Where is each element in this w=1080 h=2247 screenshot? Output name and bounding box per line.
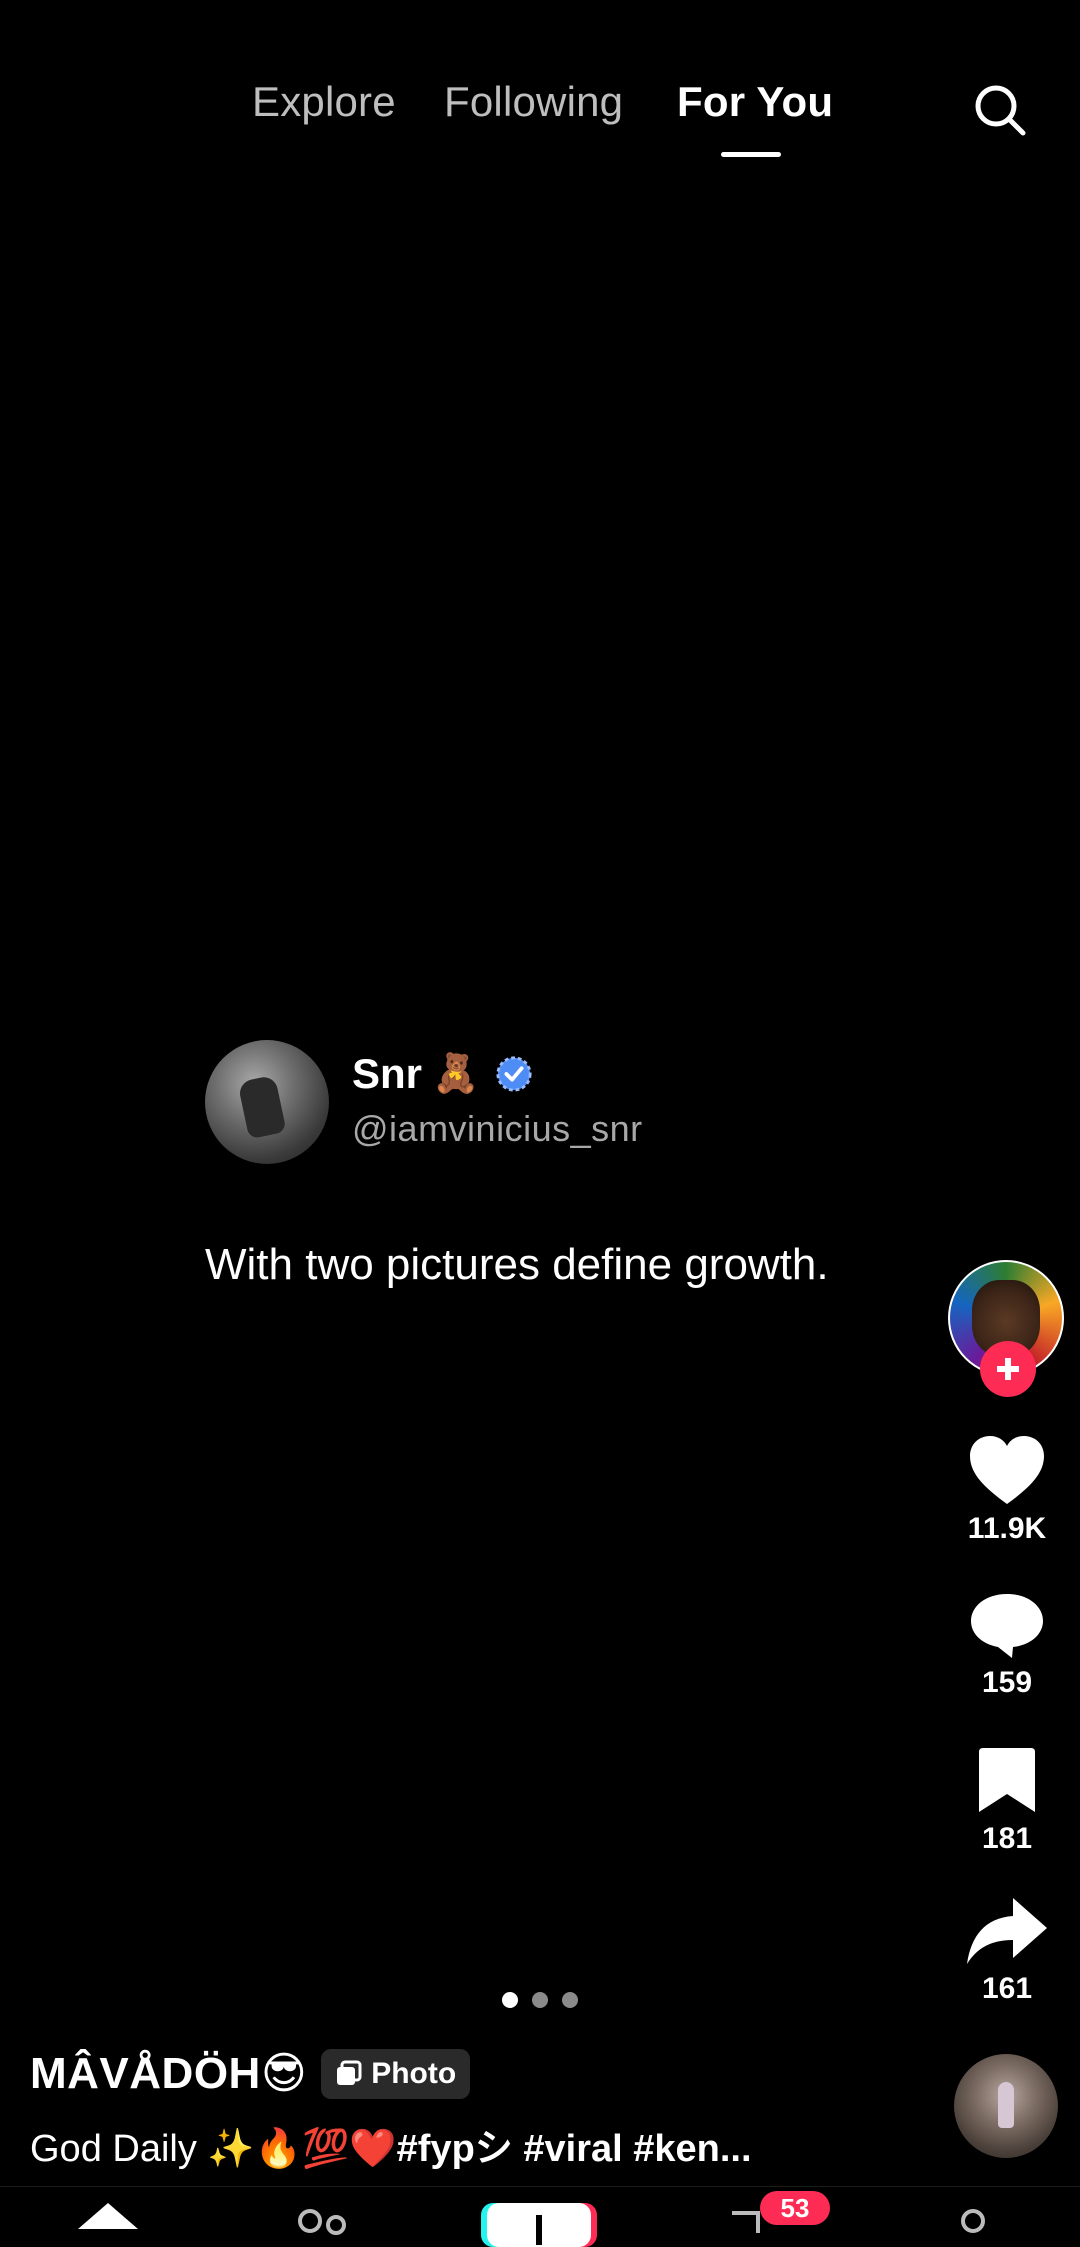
author-username[interactable]: MÂVÅDÖH😎 (30, 2048, 307, 2099)
pagination-dot[interactable] (562, 1992, 578, 2008)
comment-button[interactable]: 159 (942, 1590, 1072, 1700)
caption-text: God Daily ✨🔥💯❤️ (30, 2128, 397, 2170)
top-tabs: Explore Following For You (0, 70, 1080, 170)
home-icon (78, 2203, 138, 2229)
pagination-dot[interactable] (532, 1992, 548, 2008)
create-button[interactable] (487, 2203, 591, 2247)
share-arrow-icon (967, 1898, 1047, 1964)
photo-stack-icon (337, 2060, 362, 2085)
tab-following[interactable]: Following (444, 78, 623, 126)
save-count: 181 (981, 1822, 1033, 1855)
tab-explore[interactable]: Explore (252, 78, 396, 126)
nav-profile[interactable] (956, 2207, 990, 2242)
save-button[interactable]: 181 (942, 1746, 1072, 1856)
like-button[interactable]: 11.9K (942, 1434, 1072, 1546)
photo-pagination (0, 1992, 1080, 2008)
bear-emoji-icon: 🧸 (432, 1053, 480, 1095)
author-row: MÂVÅDÖH😎 Photo (30, 2048, 471, 2099)
post-author-name-row: Snr 🧸 (352, 1050, 533, 1098)
tab-for-you[interactable]: For You (677, 78, 833, 126)
photo-badge: Photo (321, 2048, 471, 2099)
share-button[interactable]: 161 (942, 1896, 1072, 2006)
heart-icon (970, 1436, 1044, 1504)
post-author-name: Snr (352, 1050, 423, 1097)
profile-icon (961, 2209, 985, 2233)
nav-home[interactable] (76, 2201, 140, 2246)
nav-friends[interactable] (296, 2207, 352, 2242)
video-caption[interactable]: God Daily ✨🔥💯❤️#fypシ #viral #ken... (30, 2117, 752, 2172)
like-count: 11.9K (967, 1512, 1047, 1545)
comment-count: 159 (981, 1666, 1033, 1699)
pagination-dot[interactable] (502, 1992, 518, 2008)
bookmark-icon (979, 1748, 1035, 1812)
action-rail: 11.9K 159 181 161 (942, 0, 1064, 2232)
caption-hashtags[interactable]: #fypシ #viral #ken... (397, 2128, 752, 2170)
active-tab-indicator (721, 152, 781, 157)
plus-icon (997, 1358, 1019, 1380)
comment-icon (971, 1594, 1043, 1658)
post-text: With two pictures define growth. (205, 1240, 829, 1289)
verified-badge-icon (496, 1056, 532, 1092)
photo-badge-label: Photo (371, 2056, 457, 2090)
post-author-avatar[interactable] (205, 1040, 329, 1164)
plus-icon (536, 2215, 542, 2245)
post-author-handle: @iamvinicius_snr (352, 1108, 643, 1149)
bottom-nav: 53 (0, 2186, 1080, 2247)
friends-icon (298, 2209, 346, 2235)
sound-disc[interactable] (954, 2054, 1058, 2158)
inbox-badge: 53 (760, 2191, 830, 2225)
follow-button[interactable] (980, 1341, 1036, 1397)
